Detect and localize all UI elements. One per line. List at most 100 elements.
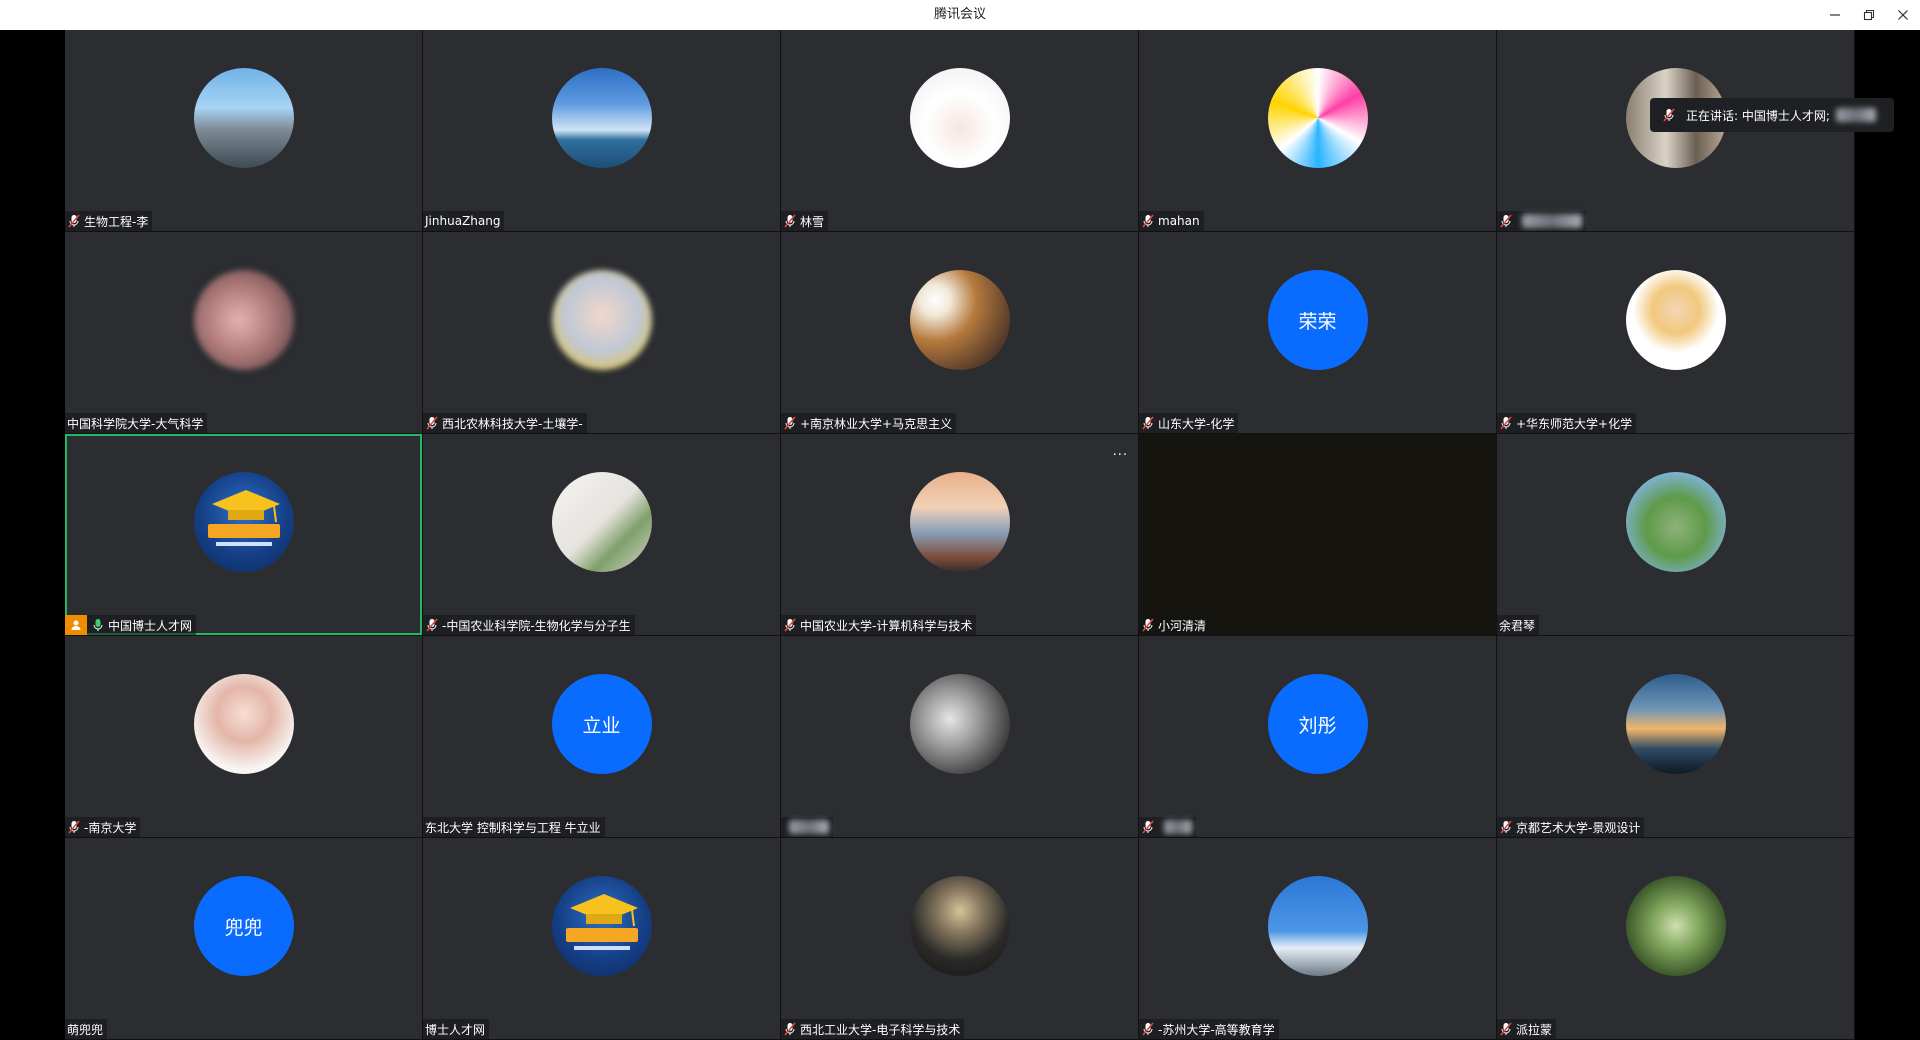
avatar	[909, 674, 1010, 774]
avatar	[193, 270, 294, 370]
participant-tile[interactable]: 生物工程-李	[65, 30, 422, 231]
avatar: 荣荣	[1267, 270, 1368, 370]
participant-tile[interactable]: 荣荣 山东大学-化学	[1139, 232, 1496, 433]
window-title: 腾讯会议	[933, 7, 986, 22]
participant-tile[interactable]: 立业 东北大学 控制科学与工程 牛立业	[423, 636, 780, 837]
avatar	[1625, 270, 1726, 370]
mic-muted-icon	[67, 819, 81, 835]
participant-name: 中国科学院大学-大气科学	[67, 416, 204, 431]
mic-muted-icon	[425, 415, 439, 431]
avatar	[909, 472, 1010, 572]
participant-name: 中国博士人才网	[108, 618, 193, 633]
avatar	[1267, 876, 1368, 976]
mic-muted-icon	[1499, 415, 1513, 431]
participant-tile[interactable]: 林雪	[781, 30, 1138, 231]
name-label: 山东大学-化学	[1139, 413, 1239, 433]
name-label: -南京大学	[65, 817, 141, 837]
avatar	[1625, 472, 1726, 572]
name-label: 林雪	[781, 211, 829, 231]
avatar	[909, 876, 1010, 976]
blurred-name	[1522, 214, 1582, 228]
participant-tile[interactable]: 兜兜 萌兜兜	[65, 838, 422, 1039]
name-label: JinhuaZhang	[423, 211, 505, 231]
mic-muted-icon	[783, 617, 797, 633]
name-label: 西北农林科技大学-土壤学-	[423, 413, 587, 433]
mic-muted-icon	[425, 617, 439, 633]
name-label: 东北大学 控制科学与工程 牛立业	[423, 817, 605, 837]
close-icon	[1898, 10, 1908, 20]
participant-tile[interactable]: -苏州大学-高等教育学	[1139, 838, 1496, 1039]
speaking-indicator: 正在讲话: 中国博士人才网;	[1650, 98, 1894, 132]
avatar	[193, 472, 294, 572]
participant-tile[interactable]: 京都艺术大学-景观设计	[1497, 636, 1854, 837]
close-button[interactable]	[1886, 0, 1920, 30]
participant-tile[interactable]: 小河清清	[1139, 434, 1496, 635]
participant-name: 山东大学-化学	[1158, 416, 1235, 431]
more-options-icon[interactable]: ...	[1113, 444, 1128, 459]
name-label: +南京林业大学+马克思主义	[781, 413, 957, 433]
name-label: 中国博士人才网	[65, 615, 197, 635]
blurred-name	[1835, 108, 1876, 122]
participant-tile[interactable]: 余君琴	[1497, 434, 1854, 635]
blurred-name	[1164, 820, 1192, 834]
participant-tile[interactable]: -南京大学	[65, 636, 422, 837]
name-label: mahan	[1139, 211, 1204, 231]
participant-tile[interactable]: 中国科学院大学-大气科学	[65, 232, 422, 433]
participant-tile[interactable]: 刘彤	[1139, 636, 1496, 837]
participant-tile[interactable]: -中国农业科学院-生物化学与分子生	[423, 434, 780, 635]
mic-muted-icon	[1141, 819, 1155, 835]
participant-name: 林雪	[800, 214, 825, 229]
participant-name: 博士人才网	[425, 1022, 486, 1037]
name-label: 中国科学院大学-大气科学	[65, 413, 208, 433]
avatar: 刘彤	[1267, 674, 1368, 774]
name-label	[781, 817, 833, 837]
participant-name: 余君琴	[1499, 618, 1536, 633]
video-stage: 生物工程-李 JinhuaZhang 林雪 mahan 中国科学院大学-大气科学…	[0, 30, 1920, 1040]
participant-name: -苏州大学-高等教育学	[1158, 1022, 1275, 1037]
name-label	[1497, 211, 1586, 231]
blurred-name	[789, 820, 829, 834]
minimize-button[interactable]	[1818, 0, 1852, 30]
avatar	[551, 68, 652, 168]
participant-tile[interactable]: +华东师范大学+化学	[1497, 232, 1854, 433]
name-label: -苏州大学-高等教育学	[1139, 1019, 1279, 1039]
participant-name: -中国农业科学院-生物化学与分子生	[442, 618, 631, 633]
avatar	[193, 674, 294, 774]
participant-name: 京都艺术大学-景观设计	[1516, 820, 1641, 835]
participant-tile[interactable]: JinhuaZhang	[423, 30, 780, 231]
participant-name: 萌兜兜	[67, 1022, 104, 1037]
participant-tile[interactable]	[781, 636, 1138, 837]
avatar	[909, 68, 1010, 168]
name-label	[1139, 817, 1196, 837]
avatar	[1625, 876, 1726, 976]
participant-name: 生物工程-李	[84, 214, 149, 229]
participant-tile[interactable]: +南京林业大学+马克思主义	[781, 232, 1138, 433]
participant-tile-active[interactable]: 中国博士人才网	[65, 434, 422, 635]
avatar: 兜兜	[193, 876, 294, 976]
participant-tile[interactable]: 派拉蒙	[1497, 838, 1854, 1039]
restore-button[interactable]	[1852, 0, 1886, 30]
avatar	[1267, 68, 1368, 168]
name-label: 生物工程-李	[65, 211, 153, 231]
avatar	[909, 270, 1010, 370]
window-controls	[1818, 0, 1920, 30]
participant-tile[interactable]: 博士人才网	[423, 838, 780, 1039]
avatar	[551, 472, 652, 572]
participant-name: 西北工业大学-电子科学与技术	[800, 1022, 961, 1037]
participant-tile[interactable]: ... 中国农业大学-计算机科学与技术	[781, 434, 1138, 635]
avatar: 立业	[551, 674, 652, 774]
participant-tile[interactable]: mahan	[1139, 30, 1496, 231]
participant-name: +南京林业大学+马克思主义	[800, 416, 953, 431]
graduation-cap-logo	[565, 894, 638, 950]
host-icon	[65, 615, 87, 635]
mic-muted-icon	[1141, 213, 1155, 229]
participant-tile[interactable]: 西北农林科技大学-土壤学-	[423, 232, 780, 433]
participant-name: 派拉蒙	[1516, 1022, 1553, 1037]
participant-name: 中国农业大学-计算机科学与技术	[800, 618, 973, 633]
mic-muted-icon	[1499, 213, 1513, 229]
participant-tile[interactable]: 西北工业大学-电子科学与技术	[781, 838, 1138, 1039]
name-label: 小河清清	[1139, 615, 1211, 635]
speaking-label: 正在讲话: 中国博士人才网;	[1686, 108, 1830, 123]
avatar	[551, 876, 652, 976]
graduation-cap-logo	[207, 490, 280, 546]
